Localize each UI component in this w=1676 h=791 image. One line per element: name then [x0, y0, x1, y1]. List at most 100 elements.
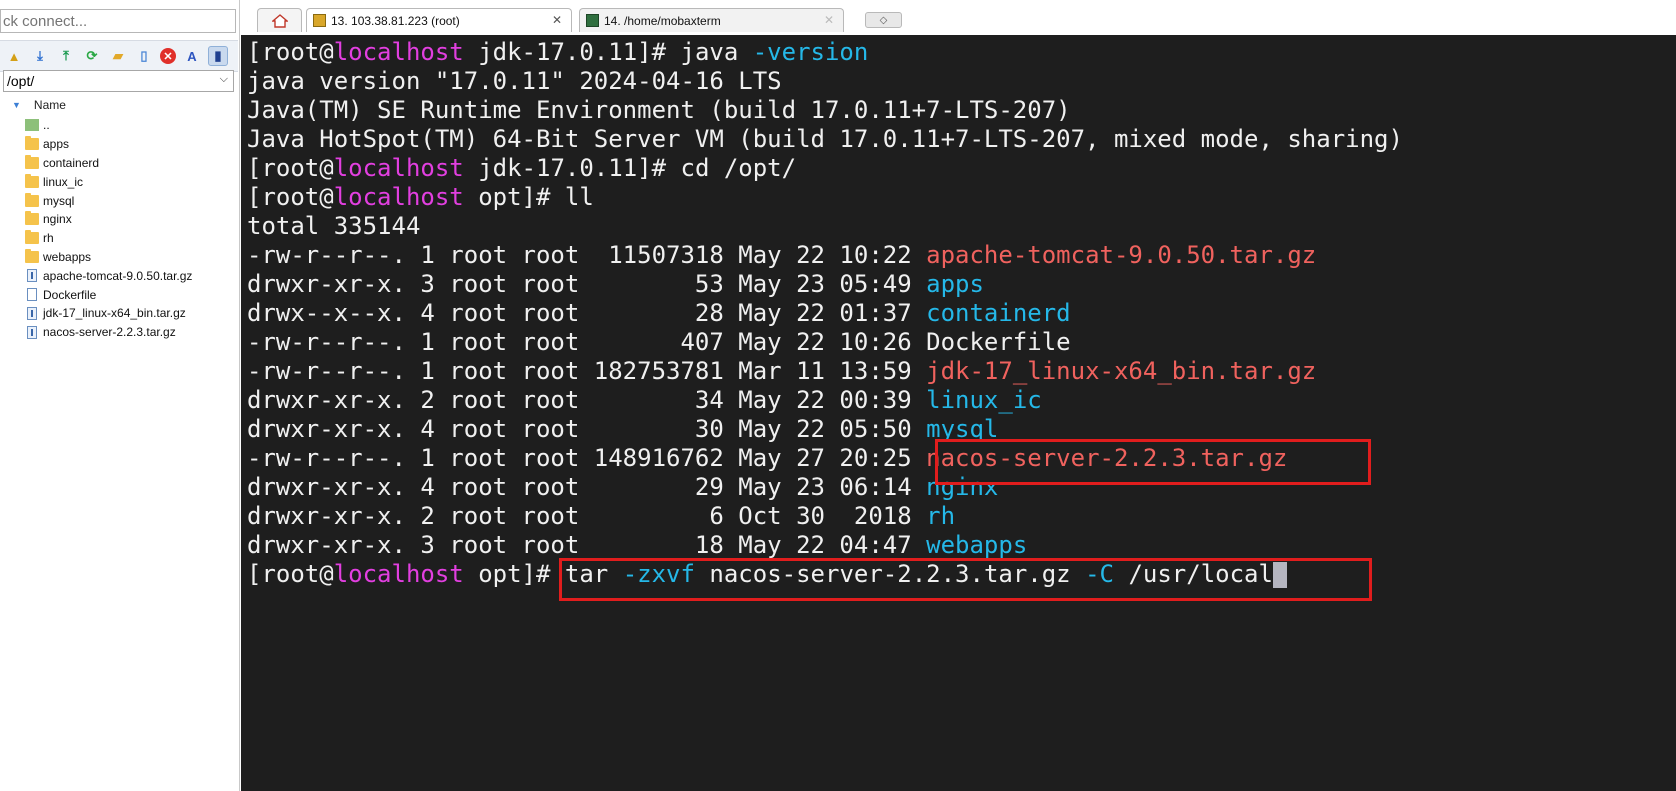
archive-file-icon — [27, 269, 37, 283]
terminal-text: drwxr-xr-x. 4 root root 30 May 22 05:50 — [247, 415, 927, 443]
close-icon[interactable]: ✕ — [824, 13, 834, 27]
terminal-line: drwxr-xr-x. 4 root root 30 May 22 05:50 … — [247, 415, 998, 444]
home-icon — [271, 13, 288, 28]
sidebar-toggle-icon[interactable]: ▮ — [208, 46, 228, 66]
file-list-item[interactable]: mysql — [0, 191, 238, 210]
terminal-line: drwxr-xr-x. 4 root root 29 May 23 06:14 … — [247, 473, 998, 502]
file-list-header[interactable]: ▼ Name — [0, 96, 238, 114]
file-list-item[interactable]: apache-tomcat-9.0.50.tar.gz — [0, 266, 238, 285]
terminal-line: Java(TM) SE Runtime Environment (build 1… — [247, 96, 1071, 125]
terminal-text: jdk-17_linux-x64_bin.tar.gz — [926, 357, 1317, 385]
terminal-text: [root@ — [247, 38, 334, 66]
file-list-item[interactable]: apps — [0, 135, 238, 154]
path-dropdown[interactable]: /opt/ ⌵ — [3, 70, 234, 92]
file-name: jdk-17_linux-x64_bin.tar.gz — [43, 306, 186, 321]
terminal-text: total 335144 — [247, 212, 421, 240]
close-icon[interactable]: ✕ — [552, 13, 562, 27]
terminal-text: drwxr-xr-x. 2 root root 34 May 22 00:39 — [247, 386, 927, 414]
delete-icon[interactable]: ✕ — [160, 48, 176, 64]
tab-session-14[interactable]: 14. /home/mobaxterm ✕ — [579, 8, 844, 32]
tab-session-13[interactable]: 13. 103.38.81.223 (root) ✕ — [306, 8, 572, 32]
file-list-item[interactable]: containerd — [0, 154, 238, 173]
terminal-text: -rw-r--r--. 1 root root 148916762 May 27… — [247, 444, 927, 472]
file-list-item[interactable]: linux_ic — [0, 172, 238, 191]
terminal-text: -version — [752, 38, 869, 66]
file-name: apache-tomcat-9.0.50.tar.gz — [43, 268, 193, 283]
file-name: linux_ic — [43, 174, 84, 189]
file-name: rh — [43, 231, 54, 246]
terminal-text: [root@ — [247, 560, 334, 588]
terminal-text: apache-tomcat-9.0.50.tar.gz — [926, 241, 1317, 269]
folder-icon — [25, 136, 39, 151]
terminal-line: drwxr-xr-x. 2 root root 6 Oct 30 2018 rh — [247, 502, 955, 531]
tab-session-14-label: 14. /home/mobaxterm — [604, 13, 721, 28]
terminal-line: [root@localhost jdk-17.0.11]# cd /opt/ — [247, 154, 796, 183]
highlight-box-nacos-file — [935, 439, 1371, 485]
terminal-text: -rw-r--r--. 1 root root 407 May 22 10:26… — [247, 328, 1071, 356]
folder-icon — [25, 211, 39, 226]
terminal-line: drwxr-xr-x. 2 root root 34 May 22 00:39 … — [247, 386, 1042, 415]
sort-desc-icon: ▼ — [12, 100, 21, 110]
terminal-text: webapps — [926, 531, 1028, 559]
terminal-text: -rw-r--r--. 1 root root 182753781 Mar 11… — [247, 357, 927, 385]
folder-icon — [25, 154, 39, 169]
upload-icon[interactable]: ⤒ — [56, 46, 76, 66]
file-list-item[interactable]: nginx — [0, 210, 238, 229]
terminal-text: apps — [926, 270, 984, 298]
file-list-item[interactable]: jdk-17_linux-x64_bin.tar.gz — [0, 304, 238, 323]
session-tab-bar: 13. 103.38.81.223 (root) ✕ 14. /home/mob… — [240, 0, 1676, 35]
new-folder-icon[interactable]: ▰ — [108, 46, 128, 66]
terminal-text: opt]# ll — [463, 183, 594, 211]
file-list-item[interactable]: rh — [0, 229, 238, 248]
terminal-session-icon — [586, 14, 599, 27]
new-tab-button[interactable]: ◇ — [865, 12, 902, 28]
sftp-sidebar: ▲ ⤓ ⤒ ⟳ ▰ ▯ ✕ A ▮ /opt/ ⌵ ▼ Name .. apps c… — [0, 0, 240, 791]
terminal-line: [root@localhost opt]# ll — [247, 183, 594, 212]
terminal-text: localhost — [333, 154, 464, 182]
terminal-text: localhost — [333, 560, 464, 588]
file-name: apps — [43, 137, 70, 152]
terminal-line: drwxr-xr-x. 3 root root 18 May 22 04:47 … — [247, 531, 1027, 560]
sftp-toolbar: ▲ ⤓ ⤒ ⟳ ▰ ▯ ✕ A ▮ — [0, 40, 238, 72]
terminal-text: java version "17.0.11" 2024-04-16 LTS — [247, 67, 782, 95]
folder-up-icon[interactable]: ▲ — [4, 46, 24, 66]
terminal-line: -rw-r--r--. 1 root root 11507318 May 22 … — [247, 241, 1316, 270]
new-file-icon[interactable]: ▯ — [134, 46, 154, 66]
terminal-text: jdk-17.0.11]# java — [463, 38, 753, 66]
terminal-line: drwx--x--x. 4 root root 28 May 22 01:37 … — [247, 299, 1071, 328]
terminal-line: drwxr-xr-x. 3 root root 53 May 23 05:49 … — [247, 270, 984, 299]
rename-icon[interactable]: A — [182, 46, 202, 66]
file-name: webapps — [43, 249, 92, 264]
file-list-item[interactable]: webapps — [0, 248, 238, 267]
terminal-text: drwx--x--x. 4 root root 28 May 22 01:37 — [247, 299, 927, 327]
terminal-line: total 335144 — [247, 212, 420, 241]
file-name: nginx — [43, 212, 72, 227]
terminal-text: Java(TM) SE Runtime Environment (build 1… — [247, 96, 1071, 124]
file-icon — [27, 288, 37, 302]
terminal-text: drwxr-xr-x. 4 root root 29 May 23 06:14 — [247, 473, 927, 501]
terminal-text: linux_ic — [926, 386, 1042, 414]
tab-session-13-label: 13. 103.38.81.223 (root) — [331, 13, 460, 28]
folder-icon — [25, 248, 39, 263]
download-icon[interactable]: ⤓ — [30, 46, 50, 66]
terminal-text: drwxr-xr-x. 2 root root 6 Oct 30 2018 — [247, 502, 927, 530]
chevron-down-icon: ⌵ — [219, 73, 228, 85]
parent-directory-icon — [25, 119, 39, 132]
file-list-item[interactable]: Dockerfile — [0, 285, 238, 304]
tab-home[interactable] — [257, 8, 302, 32]
terminal-line: Java HotSpot(TM) 64-Bit Server VM (build… — [247, 125, 1403, 154]
terminal-text: rh — [926, 502, 956, 530]
file-list-item[interactable]: nacos-server-2.2.3.tar.gz — [0, 323, 238, 342]
file-name: .. — [43, 118, 50, 133]
file-list: .. apps containerd linux_icmysql nginx rh weba… — [0, 116, 238, 342]
terminal-text: jdk-17.0.11]# cd /opt/ — [463, 154, 797, 182]
ssh-session-icon — [313, 14, 326, 27]
archive-file-icon — [27, 325, 37, 339]
terminal-output[interactable]: [root@localhost jdk-17.0.11]# java -vers… — [241, 35, 1676, 791]
file-list-item[interactable]: .. — [0, 116, 238, 135]
file-name: containerd — [43, 155, 100, 170]
quick-connect-input[interactable] — [0, 9, 236, 33]
new-tab-icon: ◇ — [879, 14, 888, 26]
refresh-icon[interactable]: ⟳ — [82, 46, 102, 66]
terminal-line: [root@localhost jdk-17.0.11]# java -vers… — [247, 38, 868, 67]
